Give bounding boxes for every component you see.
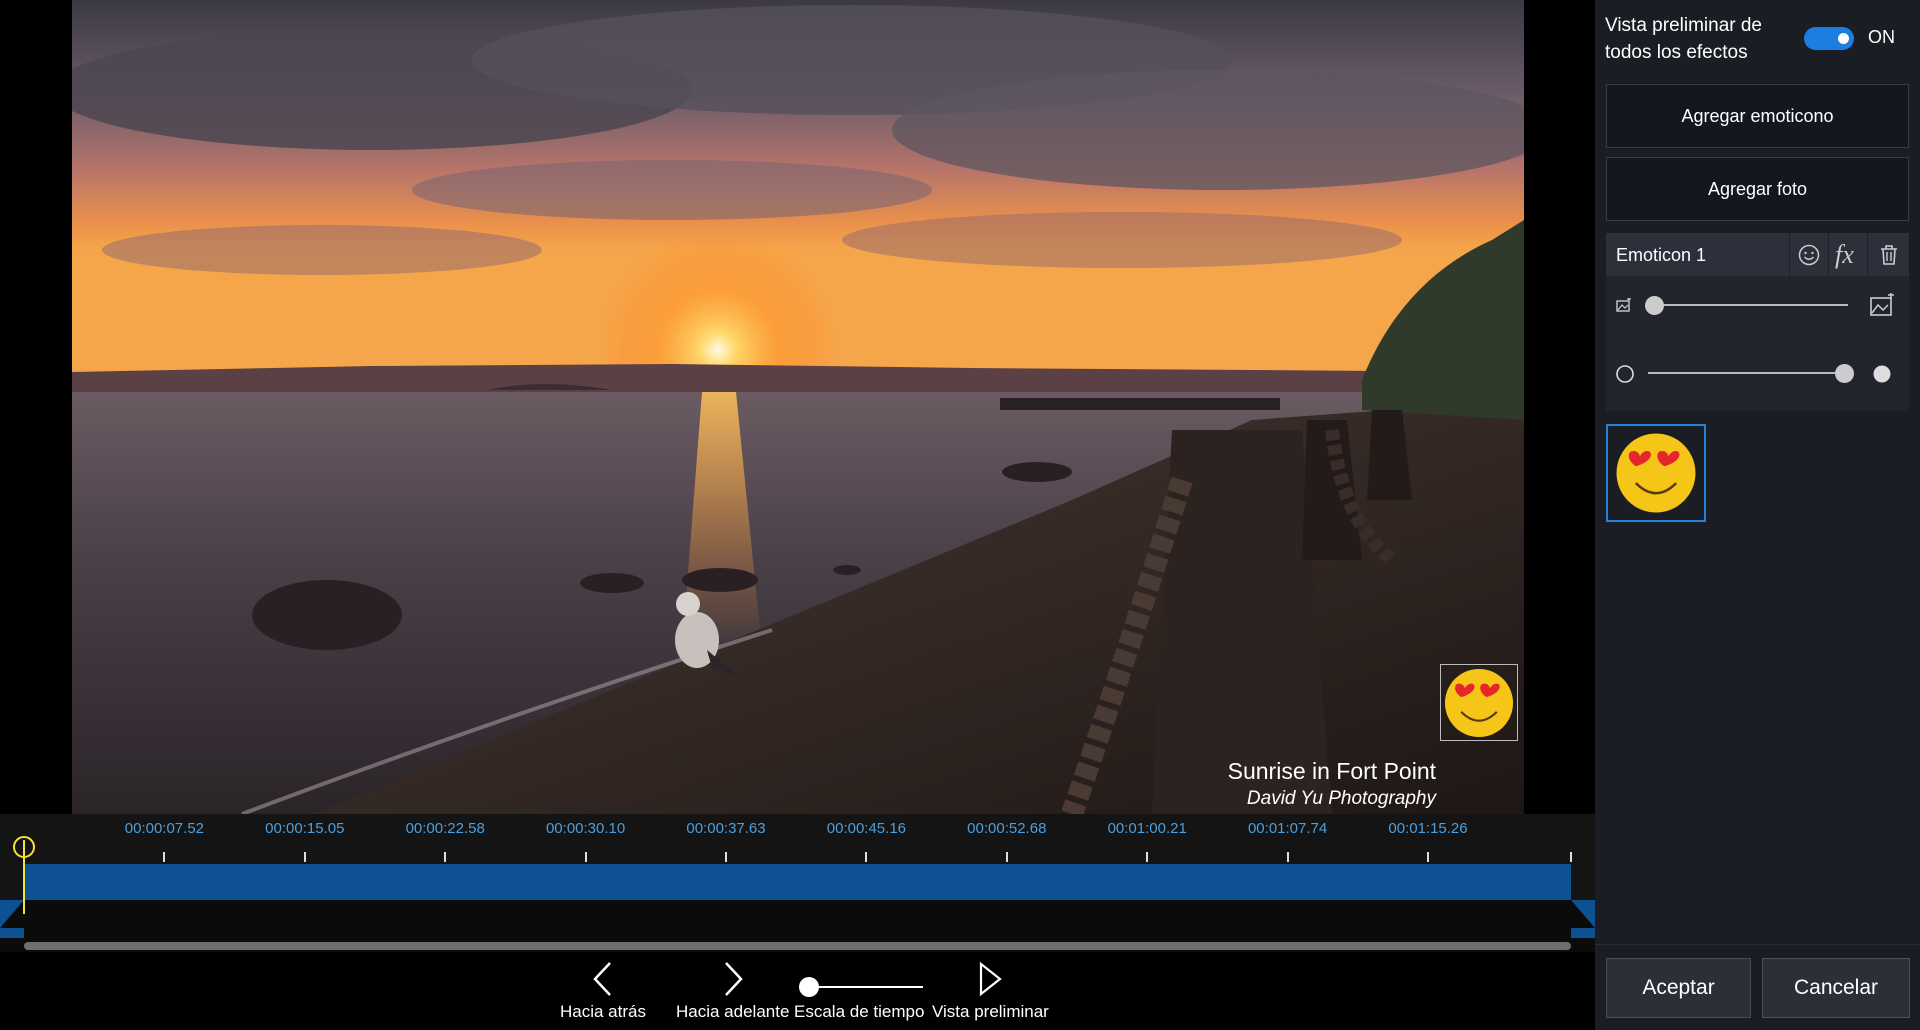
timeline-tick-mark (1570, 852, 1572, 862)
emoji-thumbnail[interactable] (1606, 424, 1706, 522)
timeline-tick-mark (444, 852, 447, 862)
effect-track[interactable] (24, 864, 1571, 900)
preview-all-row: Vista preliminar de todos los efectos ON (1595, 0, 1920, 76)
video-watermark: Sunrise in Fort Point David Yu Photograp… (1228, 756, 1436, 812)
timeline-tick-label: 00:01:00.21 (1107, 820, 1187, 837)
back-button-label: Hacia atrás (560, 1002, 646, 1021)
timeline-scrollbar[interactable] (24, 942, 1571, 950)
transparent-circle-icon (1616, 365, 1634, 383)
add-photo-button[interactable]: Agregar foto (1606, 157, 1909, 221)
preview-all-state: ON (1868, 27, 1895, 47)
timeline-tick-label: 00:00:37.63 (686, 820, 766, 837)
timeline-tick-label: 00:01:07.74 (1247, 820, 1328, 837)
heart-eyes-emoji-icon (1444, 668, 1514, 737)
effect-item-name: Emoticon 1 (1616, 245, 1707, 265)
svg-text:fx: fx (1835, 241, 1854, 269)
forward-button-label: Hacia adelante (676, 1002, 790, 1021)
timeline-tick-mark (303, 852, 306, 862)
preview-button-label: Vista preliminar (932, 1002, 1049, 1021)
time-scale-slider-track[interactable] (808, 986, 923, 988)
timeline-tick-label: 00:00:45.16 (826, 820, 907, 837)
fx-icon[interactable]: fx (1828, 233, 1867, 276)
cancel-button[interactable]: Cancelar (1762, 958, 1910, 1018)
playhead-handle[interactable] (13, 836, 35, 858)
playback-controls: Hacia atrás Hacia adelante Escala de tie… (0, 952, 1595, 1030)
timeline-tick-label: 00:01:15.26 (1388, 820, 1468, 837)
large-image-icon (1870, 293, 1894, 316)
timeline-tick-label: 00:00:22.58 (405, 820, 485, 837)
track-end-handle-base (1571, 928, 1595, 938)
effect-item-header: Emoticon 1 fx (1606, 233, 1909, 276)
effect-item-card: Emoticon 1 fx (1606, 233, 1909, 411)
size-slider-track[interactable] (1648, 304, 1848, 306)
timeline-tick-mark (1146, 852, 1149, 862)
heart-eyes-emoji-icon (1616, 433, 1696, 513)
add-emoji-button[interactable]: Agregar emoticono (1606, 84, 1909, 148)
emoji-overlay[interactable] (1440, 664, 1518, 741)
preview-all-label: Vista preliminar de todos los efectos (1605, 15, 1763, 63)
effects-panel: Vista preliminar de todos los efectos ON… (1595, 0, 1920, 1030)
size-slider-handle[interactable] (1644, 296, 1664, 315)
solid-circle-icon (1873, 365, 1891, 383)
track-start-handle-base (0, 928, 24, 938)
timeline-tick-label: 00:00:07.52 (124, 820, 205, 837)
video-frame-image (72, 0, 1524, 814)
timeline-tick-mark (163, 852, 166, 862)
preview-button[interactable]: Vista preliminar (932, 952, 1049, 1022)
opacity-slider-handle[interactable] (1834, 364, 1854, 383)
timeline-tick-mark (1005, 852, 1008, 862)
timeline-tick-mark (725, 852, 727, 862)
time-scale-label: Escala de tiempo (794, 1002, 925, 1021)
size-slider-row (1606, 285, 1909, 325)
small-image-icon (1616, 298, 1631, 312)
timeline-tick-mark (865, 852, 868, 862)
emoji-icon[interactable] (1789, 233, 1828, 276)
video-area: Sunrise in Fort Point David Yu Photograp… (0, 0, 1595, 814)
trash-icon[interactable] (1867, 233, 1909, 276)
time-scale-slider-handle[interactable] (799, 977, 819, 997)
timeline-tick-mark (584, 852, 587, 862)
timeline-tick-mark (1427, 852, 1429, 862)
chevron-right-icon (724, 962, 743, 996)
opacity-slider-track[interactable] (1648, 372, 1848, 374)
panel-divider (1595, 944, 1920, 945)
opacity-slider-row (1606, 353, 1909, 393)
track-end-handle[interactable] (1571, 900, 1595, 928)
timeline-tick-label: 00:00:52.68 (967, 820, 1047, 837)
accept-button[interactable]: Aceptar (1606, 958, 1751, 1018)
forward-button[interactable]: Hacia adelante (676, 952, 789, 1022)
timeline[interactable]: 00:00:07.52 00:00:15.05 00:00:22.58 00:00:3… (0, 814, 1595, 952)
timeline-ruler: 00:00:07.52 00:00:15.05 00:00:22.58 00:00:3… (0, 814, 1595, 864)
timeline-tick-label: 00:00:30.10 (545, 820, 626, 837)
timeline-tick-mark (1286, 852, 1289, 862)
chevron-left-icon (593, 962, 611, 996)
track-start-handle[interactable] (0, 900, 24, 928)
back-button[interactable]: Hacia atrás (560, 952, 646, 1022)
time-scale-control: Escala de tiempo (794, 1002, 924, 1022)
preview-all-toggle[interactable] (1804, 27, 1854, 50)
play-icon (980, 961, 1003, 997)
video-preview[interactable]: Sunrise in Fort Point David Yu Photograp… (72, 0, 1524, 814)
watermark-subtitle: David Yu Photography (1246, 788, 1436, 809)
timeline-tick-label: 00:00:15.05 (265, 820, 345, 837)
watermark-title: Sunrise in Fort Point (1227, 758, 1436, 784)
app-window: Sunrise in Fort Point David Yu Photograp… (0, 0, 1920, 1030)
